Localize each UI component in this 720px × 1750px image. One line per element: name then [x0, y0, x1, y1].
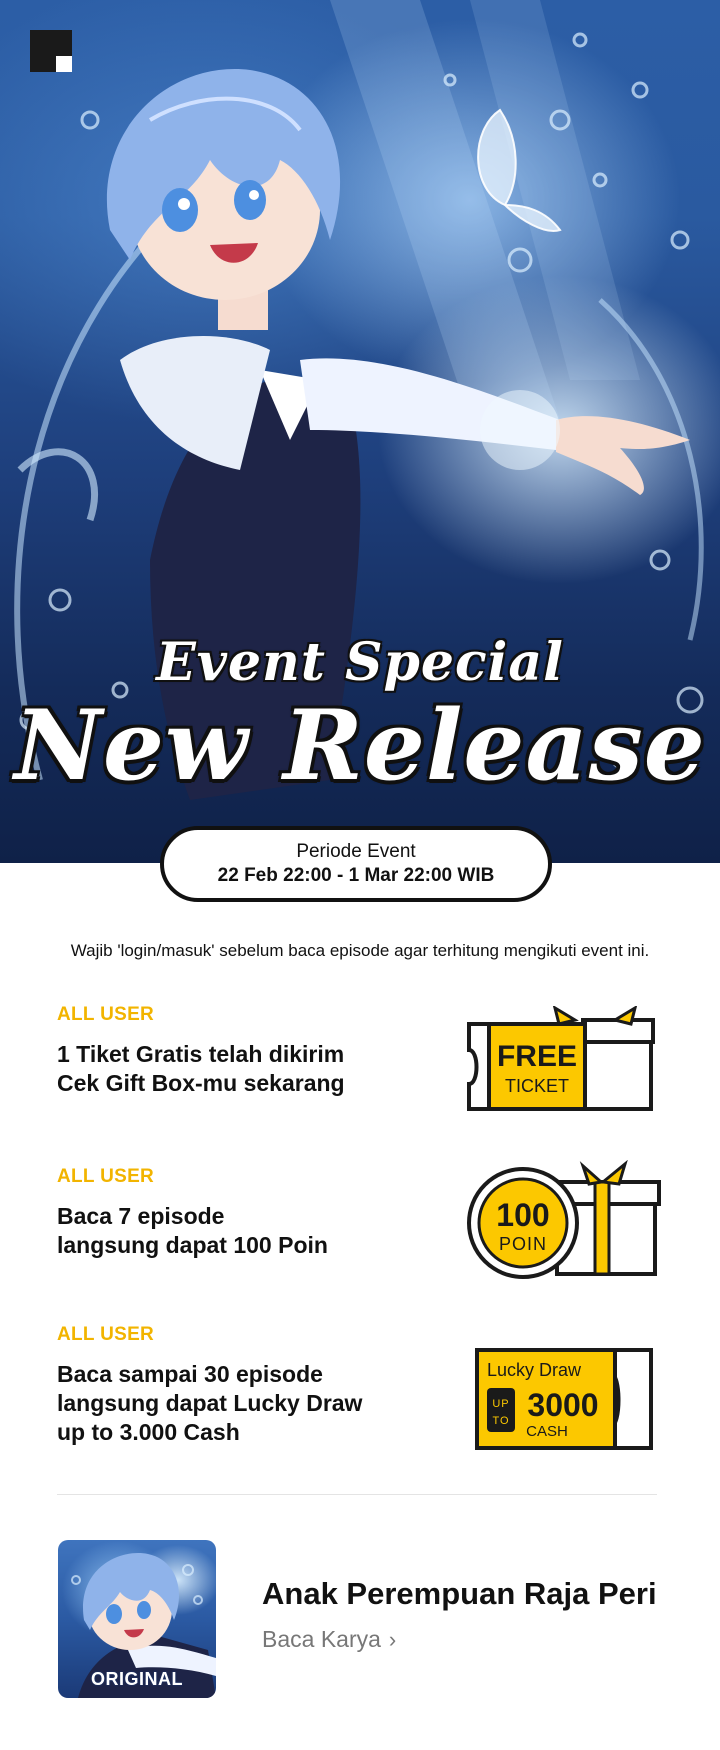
event-subtitle: Event Special [156, 632, 564, 693]
icon-label: FREE [497, 1040, 577, 1073]
icon-label: CASH [526, 1423, 568, 1440]
login-notice: Wajib 'login/masuk' sebelum baca episode… [70, 941, 650, 960]
icon-label: 3000 [527, 1387, 598, 1423]
series-title[interactable]: Anak Perempuan Raja Peri [262, 1576, 657, 1612]
event-period-badge: Periode Event 22 Feb 22:00 - 1 Mar 22:00… [160, 826, 552, 902]
lucky-draw-ticket-icon: Lucky Draw UP TO 3000 CASH [473, 1346, 655, 1457]
reward-audience-tag: ALL USER [57, 1324, 155, 1345]
icon-label: POIN [499, 1234, 547, 1254]
section-divider [57, 1494, 657, 1495]
reward-row-lucky-draw: ALL USER Baca sampai 30 episode langsung… [57, 1324, 667, 1450]
point-coin-gift-icon: 100 POIN [465, 1159, 661, 1285]
icon-label: TO [492, 1415, 509, 1427]
event-title: New Release [14, 689, 706, 802]
reward-row-points: ALL USER Baca 7 episode langsung dapat 1… [57, 1159, 667, 1279]
brand-logo [30, 30, 72, 72]
reward-row-free-ticket: ALL USER 1 Tiket Gratis telah dikirim Ce… [57, 1004, 667, 1111]
original-badge: ORIGINAL [91, 1669, 183, 1689]
period-label: Periode Event [296, 841, 416, 862]
period-dates: 22 Feb 22:00 - 1 Mar 22:00 WIB [217, 865, 495, 886]
read-series-link[interactable]: Baca Karya › [262, 1626, 396, 1653]
icon-label: UP [492, 1398, 509, 1410]
icon-label: 100 [496, 1197, 549, 1233]
free-ticket-gift-icon: FREE TICKET [465, 1004, 657, 1121]
series-thumbnail[interactable]: ORIGINAL [58, 1540, 216, 1698]
chevron-right-icon: › [388, 1627, 397, 1652]
icon-label: TICKET [505, 1076, 569, 1096]
hero-banner: Event Special New Release [0, 0, 720, 863]
icon-label: Lucky Draw [487, 1360, 582, 1380]
read-series-label: Baca Karya [262, 1626, 381, 1652]
